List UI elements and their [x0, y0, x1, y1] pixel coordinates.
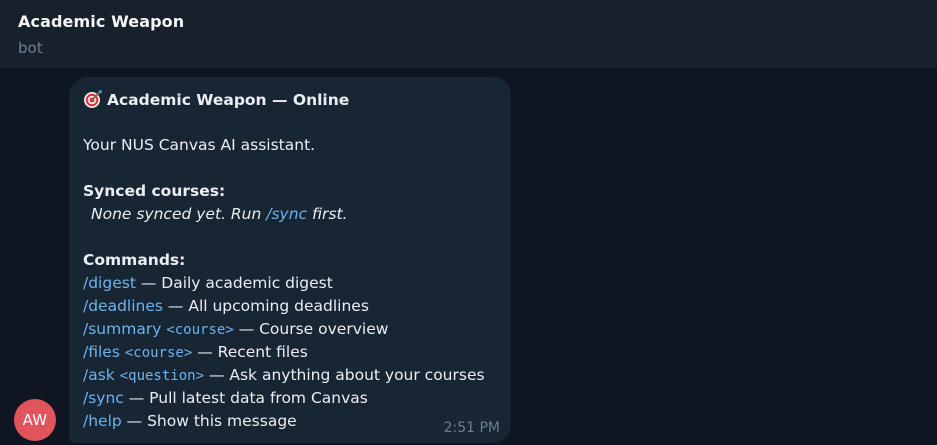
command-arg[interactable]: <question> [120, 368, 204, 384]
synced-courses-label: Synced courses: [83, 182, 226, 200]
command-row: /deadlines — All upcoming deadlines [83, 296, 369, 316]
command-desc: — Course overview [233, 320, 389, 338]
command-desc: — Daily academic digest [135, 274, 333, 292]
chat-header[interactable]: Academic Weapon bot [0, 0, 937, 69]
commands-label: Commands: [83, 251, 186, 269]
message-timestamp: 2:51 PM [443, 420, 500, 436]
avatar-initials: AW [22, 411, 48, 429]
command-row: /sync — Pull latest data from Canvas [83, 388, 368, 408]
deadlines-command-link[interactable]: /deadlines [83, 297, 163, 315]
command-desc: — Recent files [192, 343, 308, 361]
digest-command-link[interactable]: /digest [83, 274, 136, 292]
message-bubble: Academic Weapon — Online Your NUS Canvas… [69, 77, 511, 443]
ask-command-link[interactable]: /ask [83, 366, 115, 384]
command-desc: — Pull latest data from Canvas [123, 389, 368, 407]
synced-note-after: first. [307, 205, 348, 223]
chat-title: Academic Weapon [18, 12, 185, 31]
avatar[interactable]: AW [14, 399, 56, 441]
command-arg[interactable]: <course> [166, 322, 233, 338]
help-command-link[interactable]: /help [83, 412, 122, 430]
message-heading: Academic Weapon — Online [83, 89, 349, 110]
command-arg[interactable]: <course> [125, 345, 192, 361]
command-desc: — Show this message [121, 412, 297, 430]
message-intro: Your NUS Canvas AI assistant. [83, 136, 316, 154]
synced-note-before: None synced yet. Run [91, 205, 267, 223]
sync-command-link[interactable]: /sync [266, 205, 307, 223]
summary-command-link[interactable]: /summary [83, 320, 161, 338]
target-icon [84, 90, 102, 108]
command-desc: — Ask anything about your courses [204, 366, 485, 384]
command-row: /help — Show this message [83, 411, 297, 431]
sync-command-link[interactable]: /sync [83, 389, 124, 407]
command-row: /files <course> — Recent files [83, 342, 308, 363]
command-row: /ask <question> — Ask anything about you… [83, 365, 485, 386]
synced-courses-note: None synced yet. Run /sync first. [91, 204, 347, 224]
command-row: /digest — Daily academic digest [83, 273, 333, 293]
command-row: /summary <course> — Course overview [83, 319, 388, 340]
message-heading-text: Academic Weapon — Online [107, 91, 350, 109]
command-desc: — All upcoming deadlines [162, 297, 369, 315]
files-command-link[interactable]: /files [83, 343, 120, 361]
chat-subtitle: bot [18, 39, 43, 57]
